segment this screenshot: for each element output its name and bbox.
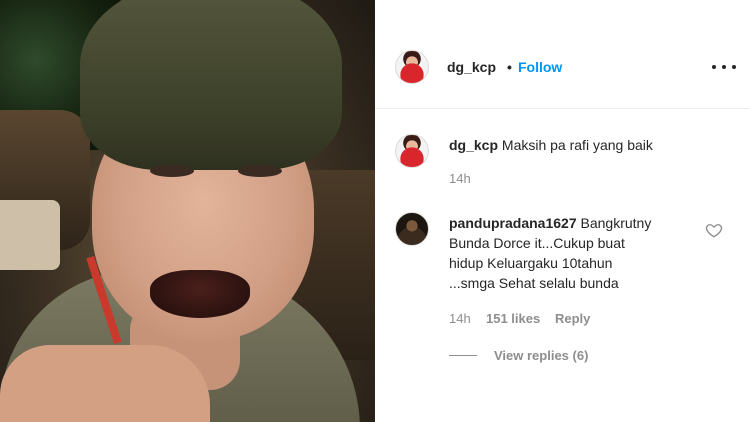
person-eye-right xyxy=(238,165,282,177)
author-avatar[interactable] xyxy=(395,50,429,84)
separator-dot: • xyxy=(507,59,512,75)
comment-text-line: hidup Keluargaku 10tahun xyxy=(449,255,613,271)
comment-time[interactable]: 14h xyxy=(449,171,471,186)
follow-button[interactable]: Follow xyxy=(518,59,562,75)
view-replies-button[interactable]: View replies (6) xyxy=(494,348,588,363)
commenter-avatar[interactable] xyxy=(395,134,429,168)
person-eye-left xyxy=(150,165,194,177)
comment-time[interactable]: 14h xyxy=(449,311,471,326)
comment-body: dg_kcp Maksih pa rafi yang baik xyxy=(449,135,653,155)
author-username[interactable]: dg_kcp xyxy=(447,59,496,75)
commenter-avatar[interactable] xyxy=(395,212,429,246)
comment-text-line: Bangkrutny xyxy=(580,215,652,231)
replies-divider xyxy=(449,355,477,356)
comment-text-line: Bunda Dorce it...Cukup buat xyxy=(449,235,625,251)
more-dot xyxy=(722,65,726,69)
comment-text: Maksih pa rafi yang baik xyxy=(501,137,653,153)
post-header: dg_kcp • Follow xyxy=(375,0,750,109)
comment-body: pandupradana1627 Bangkrutny Bunda Dorce … xyxy=(449,213,699,293)
person-beanie xyxy=(80,0,342,170)
person-hand xyxy=(0,345,210,422)
person-mouth xyxy=(150,270,250,318)
comment-text-line: ...smga Sehat selalu bunda xyxy=(449,275,619,291)
heart-outline-icon[interactable] xyxy=(705,221,723,239)
comment-username[interactable]: pandupradana1627 xyxy=(449,215,577,231)
post-video[interactable] xyxy=(0,0,375,422)
comment-username[interactable]: dg_kcp xyxy=(449,137,498,153)
post-side-panel: dg_kcp • Follow dg_kcp Maksih pa rafi ya… xyxy=(375,0,750,422)
reply-button[interactable]: Reply xyxy=(555,311,590,326)
comment-likes[interactable]: 151 likes xyxy=(486,311,540,326)
more-dot xyxy=(712,65,716,69)
more-dot xyxy=(732,65,736,69)
more-options-icon[interactable] xyxy=(712,58,736,76)
background-pillow xyxy=(0,200,60,270)
